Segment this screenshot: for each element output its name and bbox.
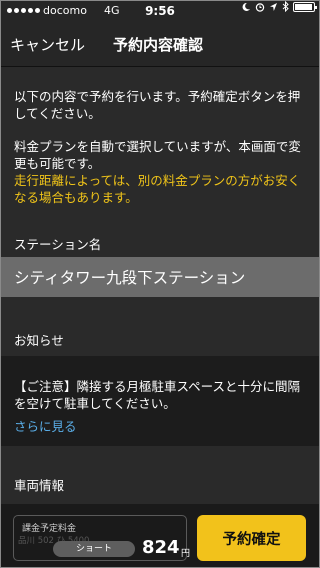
notice-text: 【ご注意】隣接する月極駐車スペースと十分に間隔を空けて駐車してください。 [14, 379, 301, 411]
cancel-button[interactable]: キャンセル [10, 34, 85, 55]
confirm-reservation-button[interactable]: 予約確定 [197, 515, 306, 561]
plan-badge[interactable]: ショート [53, 541, 135, 557]
bluetooth-icon [282, 1, 289, 12]
status-icons [241, 1, 317, 12]
battery-icon [293, 1, 317, 12]
notice-box: 【ご注意】隣接する月極駐車スペースと十分に間隔を空けて駐車してください。 さらに… [1, 356, 319, 446]
notice-section-label: お知らせ [14, 333, 64, 348]
intro-plan-note: 料金プランを自動で選択していますが、本画面で変更も可能です。 走行距離によっては… [14, 138, 310, 206]
intro-text: 以下の内容で予約を行います。予約確定ボタンを押してください。 料金プランを自動で… [14, 88, 310, 222]
see-more-link[interactable]: さらに見る [14, 416, 77, 435]
price-summary: 課金予定料金 品川 502 ひ 5400 ショート 824 円 [13, 515, 191, 561]
station-name-field: シティタワー九段下ステーション [1, 257, 319, 297]
price-unit: 円 [181, 549, 191, 559]
alarm-icon [255, 2, 265, 12]
station-section-label: ステーション名 [14, 237, 102, 252]
app-screen: docomo 4G 9:56 キャンセル 予約内容確認 以下の内容で予約を行いま… [0, 0, 320, 568]
station-name: シティタワー九段下ステーション [14, 269, 246, 287]
status-bar: docomo 4G 9:56 [1, 1, 319, 21]
intro-instruction: 以下の内容で予約を行います。予約確定ボタンを押してください。 [14, 89, 301, 121]
nav-bar: キャンセル 予約内容確認 [1, 21, 319, 67]
location-icon [270, 2, 277, 11]
vehicle-section-label: 車両情報 [14, 478, 65, 493]
plan-auto-note: 料金プランを自動で選択していますが、本画面で変更も可能です。 [14, 139, 301, 171]
price-caption: 課金予定料金 [22, 524, 77, 534]
moon-icon [242, 2, 250, 11]
price-value: 824 [142, 537, 180, 558]
plan-warning: 走行距離によっては、別の料金プランの方がお安くなる場合もあります。 [14, 173, 301, 205]
page-title: 予約内容確認 [113, 36, 204, 54]
bottom-action-bar: 課金予定料金 品川 502 ひ 5400 ショート 824 円 予約確定 [1, 504, 319, 567]
